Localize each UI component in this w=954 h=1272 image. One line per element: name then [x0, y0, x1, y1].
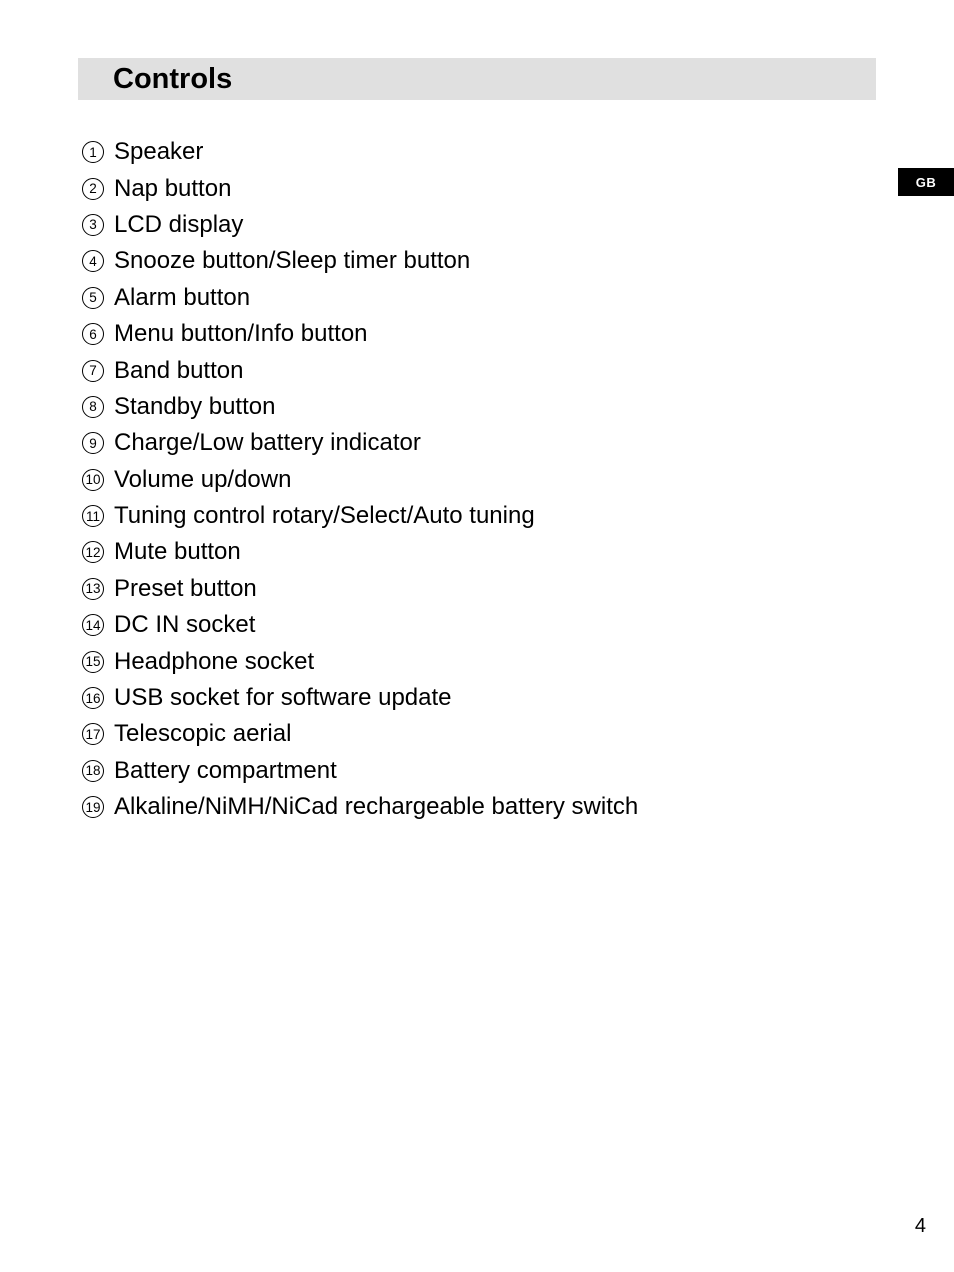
item-number-icon: 16 [82, 687, 104, 709]
language-tab: GB [898, 168, 954, 196]
list-item: 18 Battery compartment [82, 753, 638, 789]
item-label: USB socket for software update [114, 684, 452, 712]
item-label: Preset button [114, 575, 257, 603]
item-number-icon: 1 [82, 141, 104, 163]
item-number-icon: 17 [82, 723, 104, 745]
item-number-icon: 7 [82, 360, 104, 382]
list-item: 3 LCD display [82, 207, 638, 243]
list-item: 2 Nap button [82, 170, 638, 206]
item-label: Speaker [114, 138, 203, 166]
item-number-icon: 15 [82, 651, 104, 673]
item-number-icon: 4 [82, 250, 104, 272]
item-label: Alkaline/NiMH/NiCad rechargeable battery… [114, 793, 638, 821]
item-label: Menu button/Info button [114, 320, 368, 348]
item-label: Headphone socket [114, 648, 314, 676]
item-number-icon: 11 [82, 505, 104, 527]
item-label: LCD display [114, 211, 243, 239]
item-label: Volume up/down [114, 466, 291, 494]
list-item: 10 Volume up/down [82, 462, 638, 498]
page-number: 4 [915, 1215, 926, 1238]
list-item: 13 Preset button [82, 571, 638, 607]
section-heading: Controls [113, 63, 232, 96]
list-item: 16 USB socket for software update [82, 680, 638, 716]
item-label: Nap button [114, 175, 231, 203]
item-label: Alarm button [114, 284, 250, 312]
list-item: 7 Band button [82, 352, 638, 388]
list-item: 17 Telescopic aerial [82, 716, 638, 752]
item-label: Charge/Low battery indicator [114, 429, 421, 457]
item-label: Mute button [114, 538, 241, 566]
manual-page: Controls GB 1 Speaker 2 Nap button 3 LCD… [0, 0, 954, 1272]
item-number-icon: 3 [82, 214, 104, 236]
item-label: Tuning control rotary/Select/Auto tuning [114, 502, 535, 530]
item-label: Standby button [114, 393, 275, 421]
item-number-icon: 2 [82, 178, 104, 200]
item-number-icon: 6 [82, 323, 104, 345]
list-item: 12 Mute button [82, 534, 638, 570]
item-number-icon: 8 [82, 396, 104, 418]
item-number-icon: 12 [82, 541, 104, 563]
item-label: Band button [114, 357, 243, 385]
list-item: 15 Headphone socket [82, 643, 638, 679]
item-number-icon: 13 [82, 578, 104, 600]
item-number-icon: 9 [82, 432, 104, 454]
item-label: Battery compartment [114, 757, 337, 785]
list-item: 9 Charge/Low battery indicator [82, 425, 638, 461]
list-item: 5 Alarm button [82, 280, 638, 316]
list-item: 8 Standby button [82, 389, 638, 425]
item-number-icon: 5 [82, 287, 104, 309]
item-number-icon: 10 [82, 469, 104, 491]
list-item: 4 Snooze button/Sleep timer button [82, 243, 638, 279]
item-label: Snooze button/Sleep timer button [114, 247, 470, 275]
list-item: 19 Alkaline/NiMH/NiCad rechargeable batt… [82, 789, 638, 825]
item-label: Telescopic aerial [114, 720, 291, 748]
list-item: 14 DC IN socket [82, 607, 638, 643]
controls-list: 1 Speaker 2 Nap button 3 LCD display 4 S… [82, 134, 638, 825]
item-number-icon: 18 [82, 760, 104, 782]
list-item: 6 Menu button/Info button [82, 316, 638, 352]
list-item: 11 Tuning control rotary/Select/Auto tun… [82, 498, 638, 534]
list-item: 1 Speaker [82, 134, 638, 170]
item-label: DC IN socket [114, 611, 255, 639]
section-heading-bar: Controls [78, 58, 876, 100]
item-number-icon: 19 [82, 796, 104, 818]
item-number-icon: 14 [82, 614, 104, 636]
